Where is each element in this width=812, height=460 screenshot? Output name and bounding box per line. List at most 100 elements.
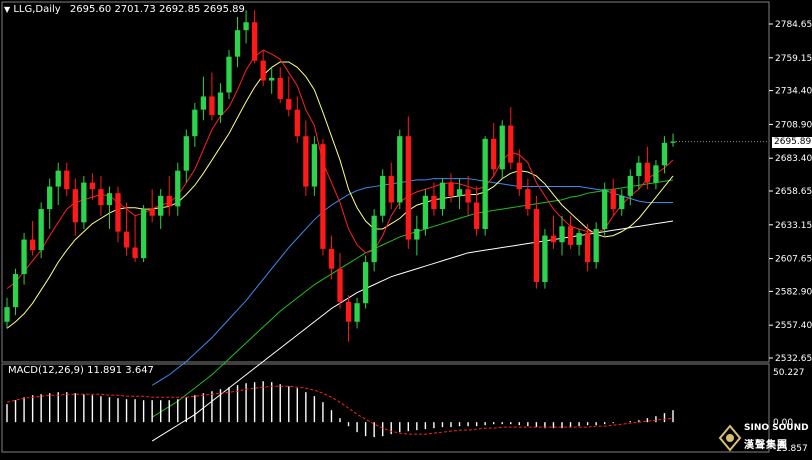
candle-body: [311, 144, 318, 187]
price-tick-label: 2607.65: [775, 255, 812, 265]
current-price-tag: 2695.89: [772, 137, 812, 148]
candle-body: [559, 226, 565, 243]
candle-body: [584, 232, 591, 263]
candle-body: [627, 175, 633, 196]
candle-body: [106, 193, 113, 206]
candle-body: [286, 99, 292, 110]
candle-body: [21, 239, 27, 275]
macd-label: MACD(12,26,9) 11.891 3.647: [8, 365, 154, 376]
candle-body: [602, 189, 608, 229]
price-tick-label: 2582.90: [775, 287, 812, 297]
candle-body: [234, 30, 241, 57]
menu-arrow-icon[interactable]: ▼: [4, 5, 10, 14]
candle-body: [4, 307, 10, 322]
ohlc-values: 2695.60 2701.73 2692.85 2695.89: [69, 4, 245, 15]
candle-body: [550, 235, 557, 243]
chart-header: ▼ LLG,Daily 2695.60 2701.73 2692.85 2695…: [4, 4, 245, 15]
candle-body: [388, 175, 394, 203]
candle-body: [610, 189, 616, 210]
candle-body: [619, 195, 625, 210]
candle-body: [277, 77, 283, 100]
candle-body: [431, 195, 437, 210]
candle-body: [482, 138, 488, 229]
candle-body: [243, 22, 249, 31]
candle-body: [72, 189, 78, 223]
price-tick-label: 2683.40: [775, 154, 812, 164]
candle-body: [132, 247, 138, 259]
price-tick-label: 2784.65: [775, 20, 812, 30]
candle-body: [294, 109, 300, 137]
candle-body: [328, 248, 335, 269]
chart-canvas[interactable]: 2784.65 2759.15 2734.40 2708.90 2683.40 2658.…: [0, 0, 812, 456]
candle-body: [345, 301, 352, 322]
candle-body: [636, 162, 642, 176]
candle-body: [661, 142, 668, 166]
candle-body: [140, 209, 147, 259]
candle-body: [525, 189, 531, 210]
candle-body: [491, 138, 497, 170]
candle-body: [533, 209, 540, 282]
candle-body: [269, 77, 275, 81]
candle-body: [337, 268, 343, 302]
candle-body: [542, 235, 548, 282]
candle-body: [448, 182, 454, 196]
ma-green-line: [151, 179, 674, 418]
price-tick-label: 2557.40: [775, 321, 812, 331]
candle-body: [81, 182, 87, 223]
candle-body: [422, 195, 429, 229]
candle-body: [397, 136, 403, 203]
candle-body: [593, 228, 599, 263]
macd-tick-label: 50.227: [773, 368, 805, 378]
candle-body: [670, 141, 676, 143]
logo-chinese: 漢聲集團: [744, 440, 788, 451]
candle-body: [166, 195, 172, 207]
candle-body: [414, 228, 420, 240]
candle-body: [192, 109, 198, 137]
candle-body: [465, 189, 471, 203]
price-tick-label: 2759.15: [775, 54, 812, 64]
candle-body: [158, 195, 164, 216]
candle-body: [12, 274, 19, 308]
candle-body: [175, 170, 181, 207]
candle-body: [251, 22, 258, 61]
candle-body: [64, 170, 70, 190]
candle-body: [380, 175, 386, 216]
macd-panel-border: [1, 363, 770, 453]
price-tick-label: 2633.15: [775, 221, 812, 231]
candle-body: [98, 189, 104, 206]
candle-body: [362, 262, 369, 304]
price-tick-label: 2532.65: [775, 354, 812, 364]
candle-body: [47, 186, 53, 210]
candle-body: [89, 182, 96, 190]
candle-body: [567, 226, 574, 245]
candle-body: [226, 56, 232, 93]
candle-body: [439, 182, 446, 210]
price-tick-label: 2734.40: [775, 87, 812, 97]
price-tick-label: 2658.65: [775, 187, 812, 197]
candle-body: [55, 170, 61, 187]
symbol-label: LLG,Daily: [13, 4, 61, 15]
candle-body: [508, 125, 514, 163]
candle-body: [456, 189, 463, 196]
candle-body: [653, 165, 659, 183]
macd-signal-line: [6, 385, 674, 435]
candle-body: [473, 202, 480, 229]
candle-body: [576, 232, 582, 245]
candle-body: [217, 92, 224, 115]
candle-body: [115, 193, 121, 232]
candle-body: [644, 162, 651, 183]
candle-body: [320, 144, 326, 249]
candle-body: [149, 209, 155, 216]
candle-body: [29, 239, 36, 251]
candle-body: [516, 162, 522, 190]
candle-body: [405, 136, 411, 240]
price-tick-label: 2708.90: [775, 120, 812, 130]
candle-body: [354, 303, 360, 322]
candle-body: [38, 209, 44, 251]
ma-blue-line: [151, 178, 673, 386]
candle-body: [303, 136, 309, 187]
sino-sound-logo: SINO SOUND 漢聲集團: [712, 420, 812, 456]
trading-chart[interactable]: 2784.65 2759.15 2734.40 2708.90 2683.40 2658.…: [0, 0, 812, 456]
candle-body: [371, 215, 377, 263]
candle-body: [260, 60, 266, 81]
